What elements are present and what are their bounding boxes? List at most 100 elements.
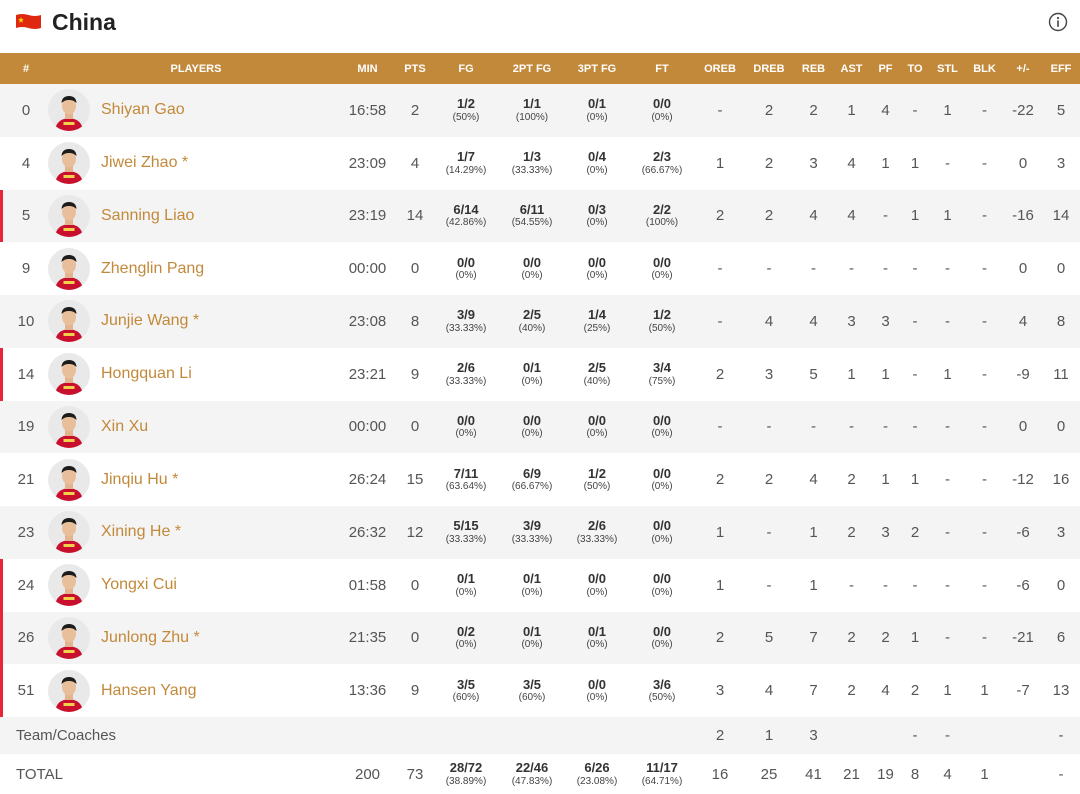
stl: - <box>945 576 950 594</box>
ft-cell: 0/0 (0%) <box>627 559 697 612</box>
player-avatar[interactable] <box>48 511 90 554</box>
blk: - <box>982 101 987 119</box>
fg-made-attempted: 0/0 <box>456 254 476 270</box>
oreb: - <box>717 312 723 330</box>
col-ast[interactable]: AST <box>832 53 871 84</box>
player-name-link[interactable]: Sanning Liao <box>101 207 194 225</box>
player-name-link[interactable]: Hansen Yang <box>101 682 196 700</box>
total-min: 200 <box>354 765 381 783</box>
to: 2 <box>910 682 920 700</box>
player-name-link[interactable]: Xin Xu <box>101 418 148 436</box>
col-pts[interactable]: PTS <box>395 53 435 84</box>
player-name-link[interactable]: Jiwei Zhao * <box>101 154 188 172</box>
player-avatar[interactable] <box>48 353 90 396</box>
fg3-made-attempted: 0/1 <box>587 623 607 639</box>
fg2-percent: (0%) <box>521 586 543 598</box>
china-flag-icon <box>16 14 41 29</box>
minutes: 23:19 <box>348 207 387 225</box>
player-name-link[interactable]: Shiyan Gao <box>101 101 185 119</box>
fg3-made-attempted: 0/0 <box>587 412 607 428</box>
fg2-cell: 1/3 (33.33%) <box>497 137 567 190</box>
player-avatar[interactable] <box>48 194 90 237</box>
col-players[interactable]: PLAYERS <box>52 53 340 84</box>
team-stl: - <box>945 727 950 744</box>
stl: 1 <box>943 101 952 119</box>
reb: 4 <box>809 471 818 489</box>
player-name-link[interactable]: Xining He * <box>101 523 181 541</box>
total-pts: 73 <box>406 765 424 783</box>
fg3-percent: (0%) <box>586 428 608 440</box>
player-avatar[interactable] <box>48 405 90 448</box>
col-2pt-fg[interactable]: 2PT FG <box>497 53 567 84</box>
player-avatar[interactable] <box>48 247 90 290</box>
team-ft <box>627 717 697 754</box>
oreb: 1 <box>715 523 725 541</box>
fg-made-attempted: 6/14 <box>453 201 479 217</box>
col-plus-minus[interactable]: +/- <box>1004 53 1042 84</box>
team-ast <box>832 717 871 754</box>
col-stl[interactable]: STL <box>930 53 965 84</box>
total-plus-minus <box>1004 754 1042 794</box>
col-min[interactable]: MIN <box>340 53 395 84</box>
col-fg[interactable]: FG <box>435 53 497 84</box>
total-dreb: 25 <box>760 765 778 783</box>
col-eff[interactable]: EFF <box>1042 53 1080 84</box>
ft-made-attempted: 0/0 <box>652 518 672 534</box>
player-avatar[interactable] <box>48 564 90 607</box>
player-avatar[interactable] <box>48 142 90 185</box>
player-row: 10 Junjie Wang * 23:08 8 3/9 (33.33%) 2/5… <box>0 295 1080 348</box>
col-dreb[interactable]: DREB <box>743 53 795 84</box>
player-name-link[interactable]: Jinqiu Hu * <box>101 471 178 489</box>
fg2-made-attempted: 3/5 <box>522 676 542 692</box>
total-fg2-made-attempted: 22/46 <box>515 759 549 775</box>
blk: 1 <box>980 682 989 700</box>
ast: 1 <box>847 365 856 383</box>
player-name-link[interactable]: Junlong Zhu * <box>101 629 200 647</box>
eff: 14 <box>1052 207 1070 225</box>
player-name-link[interactable]: Zhenglin Pang <box>101 260 204 278</box>
player-name-link[interactable]: Yongxi Cui <box>101 576 177 594</box>
oreb: 1 <box>715 154 725 172</box>
fg-percent: (0%) <box>455 270 477 282</box>
col-3pt-fg[interactable]: 3PT FG <box>567 53 627 84</box>
reb: 7 <box>809 682 818 700</box>
oreb: - <box>717 260 723 278</box>
player-avatar[interactable] <box>48 458 90 501</box>
player-name-link[interactable]: Junjie Wang * <box>101 312 199 330</box>
total-fg-percent: (38.89%) <box>445 775 487 787</box>
player-avatar[interactable] <box>48 616 90 659</box>
eff: 5 <box>1056 101 1066 119</box>
col-oreb[interactable]: OREB <box>697 53 743 84</box>
player-avatar[interactable] <box>48 669 90 712</box>
ast: 2 <box>847 682 856 700</box>
player-cell: Hansen Yang <box>48 664 340 717</box>
ft-percent: (0%) <box>651 481 673 493</box>
total-ft: 11/17 (64.71%) <box>627 754 697 794</box>
col-reb[interactable]: REB <box>795 53 832 84</box>
info-icon[interactable] <box>1048 12 1068 32</box>
fg-percent: (14.29%) <box>445 164 487 176</box>
plus-minus: -21 <box>1012 629 1034 647</box>
eff: 3 <box>1056 154 1066 172</box>
stl: - <box>945 260 950 278</box>
col-number[interactable]: # <box>0 53 52 84</box>
player-cell: Yongxi Cui <box>48 559 340 612</box>
fg3-made-attempted: 1/2 <box>587 465 607 481</box>
col-blk[interactable]: BLK <box>965 53 1004 84</box>
reb: 1 <box>809 576 818 594</box>
minutes: 26:24 <box>348 471 387 489</box>
col-ft[interactable]: FT <box>627 53 697 84</box>
player-name-link[interactable]: Hongquan Li <box>101 365 192 383</box>
ft-made-attempted: 3/6 <box>652 676 672 692</box>
fg-made-attempted: 1/2 <box>456 96 476 112</box>
fg-percent: (0%) <box>455 586 477 598</box>
col-pf[interactable]: PF <box>871 53 900 84</box>
player-row: 51 Hansen Yang 13:36 9 3/5 (60%) 3/5 (60%)… <box>0 664 1080 717</box>
fg3-cell: 0/0 (0%) <box>567 242 627 295</box>
ft-cell: 0/0 (0%) <box>627 401 697 454</box>
player-avatar[interactable] <box>48 300 90 343</box>
player-avatar[interactable] <box>48 89 90 132</box>
col-to[interactable]: TO <box>900 53 930 84</box>
ast: - <box>849 576 854 594</box>
fg3-percent: (50%) <box>583 481 611 493</box>
